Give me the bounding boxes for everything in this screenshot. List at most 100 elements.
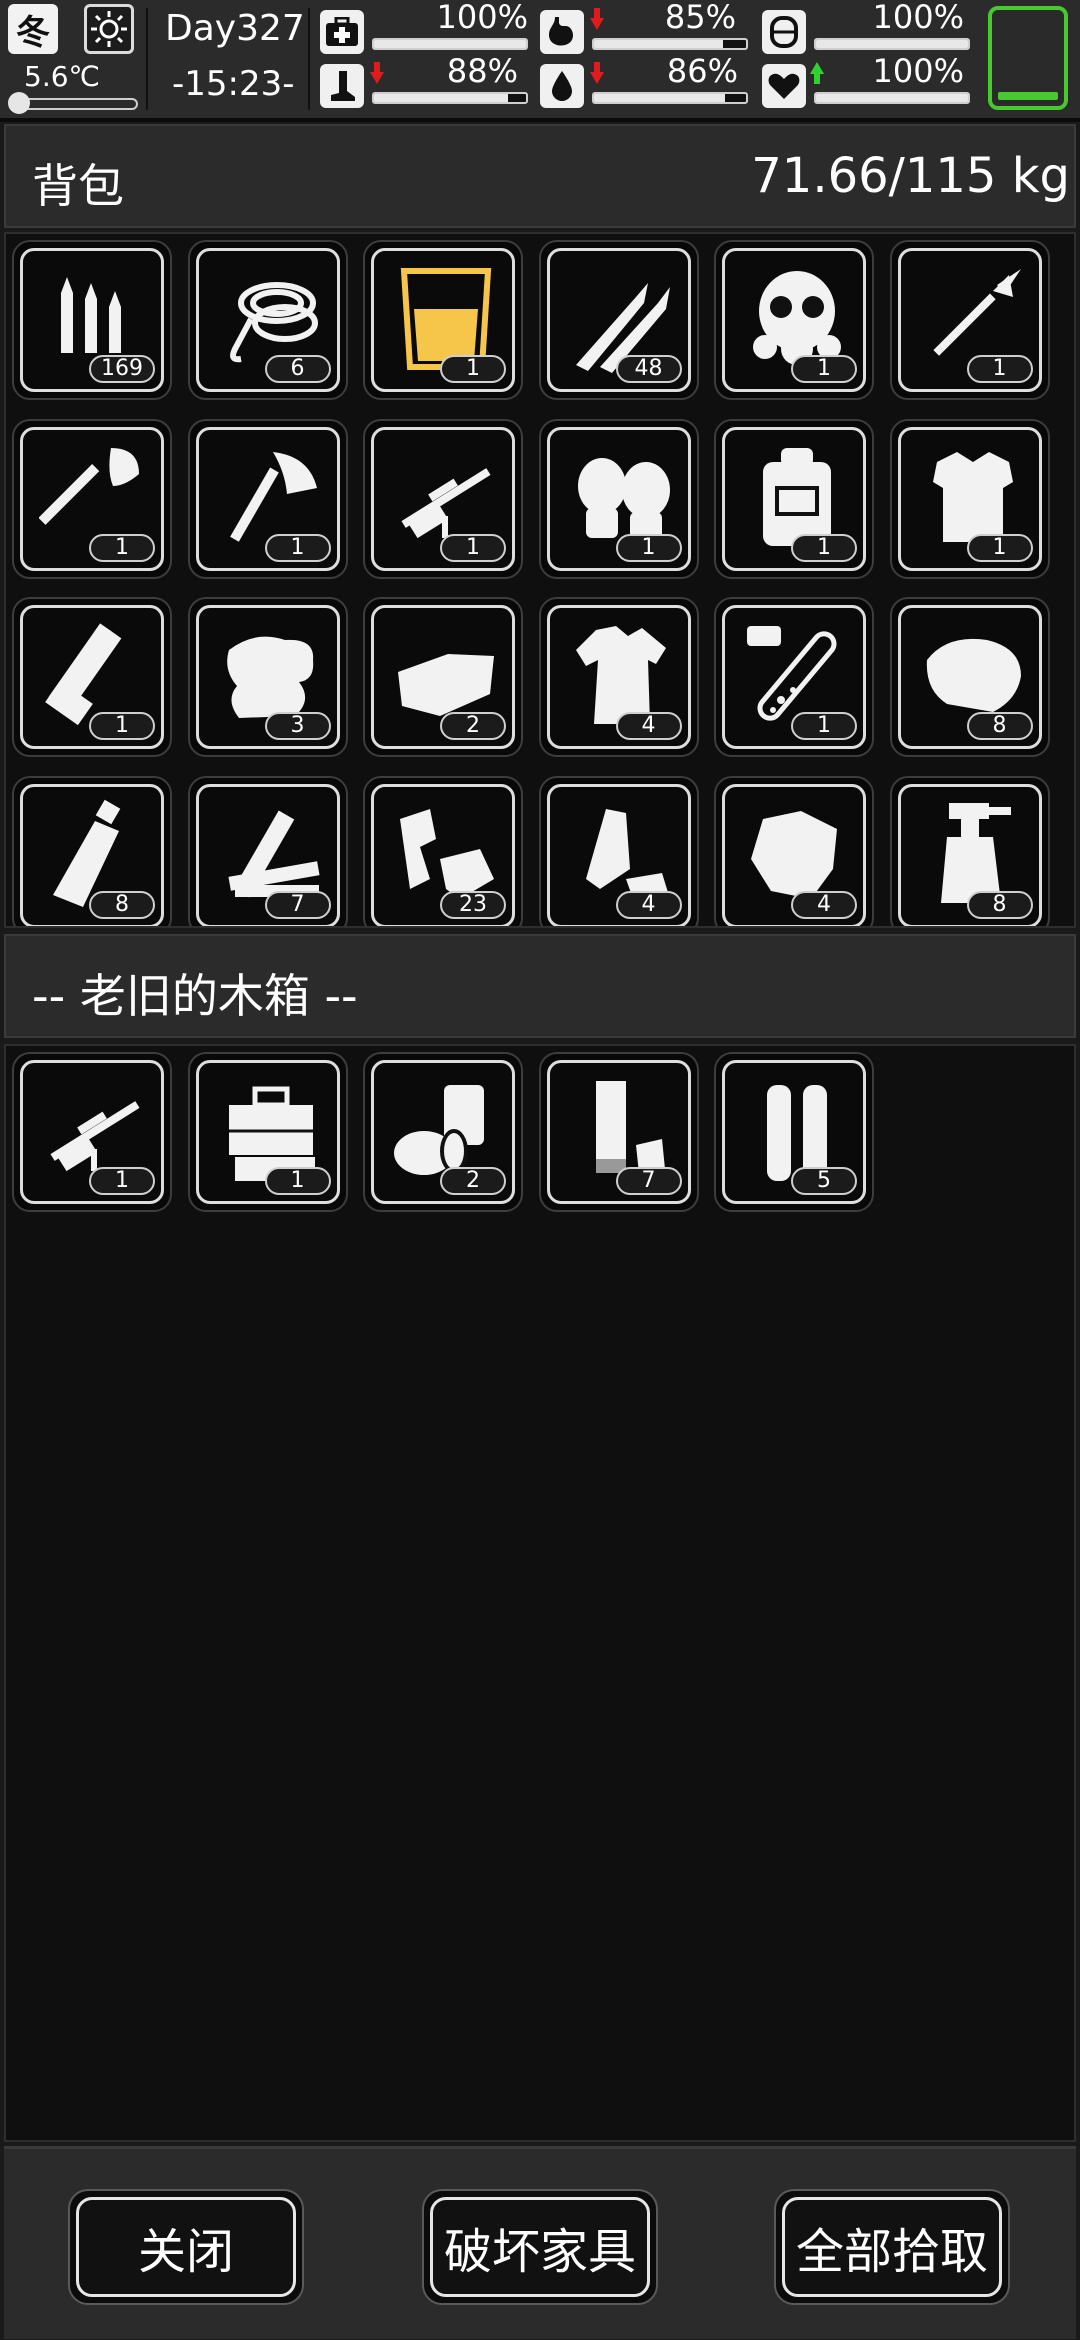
container-item-slot[interactable]: 7: [538, 1052, 699, 1212]
item-frame: 7: [195, 783, 340, 926]
backpack-item-slot[interactable]: 7: [187, 775, 348, 926]
backpack-item-slot[interactable]: 2: [363, 597, 523, 757]
take-all-button[interactable]: 全部拾取: [782, 2197, 1002, 2297]
item-count: 23: [440, 890, 506, 919]
item-count: 3: [264, 712, 331, 740]
item-frame: 1: [20, 605, 164, 749]
heart-icon: [762, 64, 806, 108]
backpack-item-slot[interactable]: 1: [12, 597, 172, 757]
backpack-item-slot[interactable]: 1: [363, 418, 523, 579]
hud-divider: [308, 8, 310, 110]
backpack-item-slot[interactable]: 6: [187, 240, 348, 400]
item-count: 1: [440, 533, 506, 562]
item-count: 1: [89, 712, 155, 740]
stomach-icon: [540, 10, 584, 54]
season-badge: 冬: [8, 4, 58, 54]
item-frame: 6: [195, 248, 340, 392]
backpack-item-slot[interactable]: 169: [12, 240, 172, 400]
backpack-item-slot[interactable]: 1: [714, 418, 874, 579]
sun-icon: [84, 4, 134, 54]
container-item-slot[interactable]: 5: [714, 1052, 874, 1212]
container-grid[interactable]: 1 1 2 7 5: [4, 1044, 1076, 2142]
item-frame: 1: [546, 426, 691, 571]
item-count: 1: [791, 712, 857, 740]
hunger-bar: [592, 38, 748, 50]
item-frame: 4: [546, 605, 691, 749]
backpack-header: 背包 71.66/115 kg: [4, 124, 1076, 228]
mood-value: 100%: [872, 52, 964, 90]
backpack-item-slot[interactable]: 1: [538, 418, 699, 579]
item-frame: 8: [20, 783, 164, 926]
container-item-slot[interactable]: 1: [12, 1052, 172, 1212]
container-header: -- 老旧的木箱 --: [4, 934, 1076, 1038]
water-drop-icon: [540, 64, 584, 108]
item-frame: 1: [20, 426, 164, 571]
health-bar: [372, 38, 528, 50]
battery-indicator[interactable]: [988, 6, 1068, 110]
container-item-slot[interactable]: 2: [363, 1052, 523, 1212]
backpack-item-slot[interactable]: 48: [538, 240, 699, 400]
backpack-item-slot[interactable]: 1: [714, 597, 874, 757]
item-count: 8: [89, 890, 155, 919]
item-frame: 8: [897, 605, 1042, 749]
backpack-item-slot[interactable]: 1: [187, 418, 348, 579]
take-all-button-frame: 全部拾取: [774, 2189, 1010, 2305]
item-count: 2: [440, 1167, 506, 1195]
item-frame: 4: [546, 783, 691, 926]
item-count: 6: [264, 355, 331, 383]
backpack-item-slot[interactable]: 8: [12, 775, 172, 926]
close-button[interactable]: 关闭: [76, 2197, 296, 2297]
destroy-furniture-button[interactable]: 破坏家具: [430, 2197, 650, 2297]
item-count: 1: [791, 355, 857, 383]
item-count: 8: [966, 712, 1033, 740]
backpack-item-slot[interactable]: 4: [538, 597, 699, 757]
item-frame: 1: [897, 426, 1042, 571]
item-count: 1: [966, 355, 1033, 383]
item-frame: 23: [371, 783, 515, 926]
item-count: 1: [264, 1167, 331, 1195]
item-frame: 7: [546, 1060, 691, 1204]
item-count: 1: [264, 533, 331, 562]
item-frame: 8: [897, 783, 1042, 926]
action-bar: 关闭 破坏家具 全部拾取: [4, 2146, 1076, 2339]
backpack-item-slot[interactable]: 3: [187, 597, 348, 757]
temperature-readout: 5.6℃: [24, 60, 100, 93]
armor-bar-fill: [816, 40, 968, 48]
backpack-item-slot[interactable]: 8: [889, 597, 1050, 757]
item-count: 4: [615, 712, 682, 740]
battery-level: [998, 92, 1058, 100]
backpack-item-slot[interactable]: 8: [889, 775, 1050, 926]
thirst-bar: [592, 92, 748, 104]
item-count: 1: [89, 1167, 155, 1195]
backpack-title: 背包: [32, 159, 124, 213]
backpack-item-slot[interactable]: 1: [889, 240, 1050, 400]
backpack-item-slot[interactable]: 4: [538, 775, 699, 926]
item-count: 5: [791, 1167, 857, 1195]
mood-bar-fill: [816, 94, 968, 102]
backpack-item-slot[interactable]: 1: [889, 418, 1050, 579]
item-frame: 1: [20, 1060, 164, 1204]
backpack-grid[interactable]: 169 6 1 48 1 1 1 1 1 1 1 1 1 3 2 4 1 8 8 7 23 4 4 8: [4, 232, 1076, 928]
stamina-bar: [372, 92, 528, 104]
backpack-weight: 71.66/115 kg: [751, 148, 1070, 204]
item-frame: 169: [20, 248, 164, 392]
item-count: 48: [615, 355, 682, 383]
item-count: 1: [89, 533, 155, 562]
item-count: 169: [89, 355, 155, 383]
leg-icon: [320, 64, 364, 108]
container-item-slot[interactable]: 1: [187, 1052, 348, 1212]
item-count: 1: [440, 355, 506, 383]
hunger-value: 85%: [664, 0, 736, 36]
item-count: 2: [440, 712, 506, 740]
backpack-item-slot[interactable]: 4: [714, 775, 874, 926]
item-frame: 48: [546, 248, 691, 392]
backpack-item-slot[interactable]: 1: [714, 240, 874, 400]
backpack-item-slot[interactable]: 1: [12, 418, 172, 579]
backpack-item-slot[interactable]: 23: [363, 775, 523, 926]
close-button-frame: 关闭: [68, 2189, 304, 2305]
status-hud: 冬 5.6℃ Day327 -15:23- 100% 85% 100% 88% …: [0, 0, 1080, 122]
item-count: 4: [615, 890, 682, 919]
backpack-item-slot[interactable]: 1: [363, 240, 523, 400]
item-count: 4: [791, 890, 857, 919]
item-count: 1: [966, 533, 1033, 562]
